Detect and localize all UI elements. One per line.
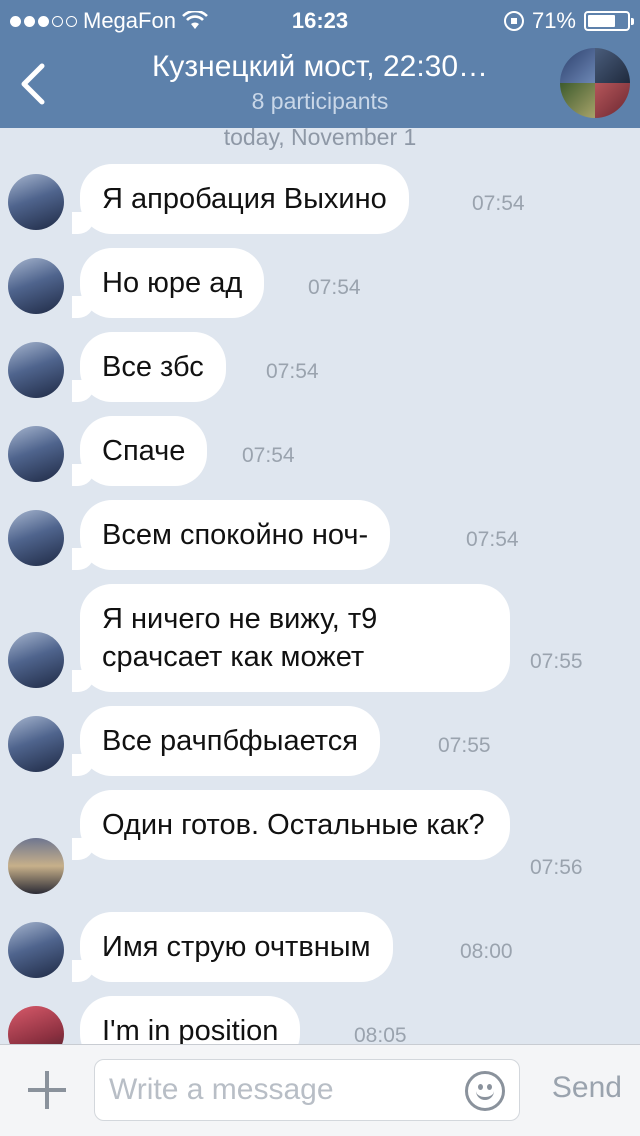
message-bubble[interactable]: Я апробация Выхино bbox=[72, 164, 409, 234]
message-bubble[interactable]: Имя струю очтвным bbox=[72, 912, 393, 982]
battery-percent: 71% bbox=[531, 8, 576, 33]
battery-icon bbox=[584, 11, 634, 31]
sender-avatar[interactable] bbox=[8, 258, 64, 314]
navigation-header: MegaFon 16:23 71% Кузнецкий мост, 22:30…… bbox=[0, 0, 640, 128]
message-bubble[interactable]: Все збс bbox=[72, 332, 226, 402]
attach-plus-icon[interactable] bbox=[26, 1069, 68, 1111]
message-bubble[interactable]: Всем спокойно ноч- bbox=[71, 500, 391, 570]
chat-title: Кузнецкий мост, 22:30… bbox=[151, 50, 489, 83]
date-separator: today, November 1 bbox=[223, 124, 417, 150]
sender-avatar[interactable] bbox=[8, 838, 64, 894]
sender-avatar[interactable] bbox=[8, 922, 64, 978]
message-time: 07:54 bbox=[308, 276, 361, 299]
message-time: 07:54 bbox=[466, 528, 519, 551]
send-button[interactable]: Send bbox=[552, 1071, 622, 1105]
chat-title-block[interactable]: Кузнецкий мост, 22:30… 8 participants bbox=[100, 50, 540, 115]
status-bar: MegaFon 16:23 71% bbox=[0, 0, 640, 40]
message-time: 07:54 bbox=[266, 360, 319, 383]
back-chevron-icon[interactable] bbox=[14, 62, 54, 106]
participants-count: 8 participants bbox=[251, 88, 389, 114]
message-time: 07:56 bbox=[530, 856, 583, 879]
message-time: 07:54 bbox=[242, 444, 295, 467]
sender-avatar[interactable] bbox=[8, 510, 64, 566]
message-field[interactable] bbox=[94, 1059, 520, 1121]
sender-avatar[interactable] bbox=[8, 426, 64, 482]
sender-avatar[interactable] bbox=[8, 342, 64, 398]
message-time: 08:00 bbox=[460, 940, 513, 963]
message-time: 07:55 bbox=[438, 734, 491, 757]
sender-avatar[interactable] bbox=[8, 632, 64, 688]
sender-avatar[interactable] bbox=[8, 716, 64, 772]
message-time: 07:54 bbox=[472, 192, 525, 215]
emoji-smiley-icon[interactable] bbox=[465, 1071, 505, 1111]
message-time: 07:55 bbox=[530, 650, 583, 673]
sender-avatar[interactable] bbox=[8, 174, 64, 230]
message-bubble[interactable]: Но юре ад bbox=[71, 248, 265, 318]
message-bubble[interactable]: Один готов. Остальные как? bbox=[72, 790, 510, 860]
message-bubble[interactable]: Я ничего не вижу, т9 срачсает как может bbox=[72, 584, 510, 692]
message-bubble[interactable]: Все рачпбфыается bbox=[72, 706, 380, 776]
compose-bar: Send bbox=[0, 1044, 640, 1136]
message-input[interactable] bbox=[109, 1068, 459, 1112]
status-right: 71% bbox=[503, 8, 634, 34]
group-chat-avatar[interactable] bbox=[560, 48, 630, 118]
message-bubble[interactable]: Спаче bbox=[71, 416, 208, 486]
orientation-lock-icon bbox=[503, 11, 524, 31]
